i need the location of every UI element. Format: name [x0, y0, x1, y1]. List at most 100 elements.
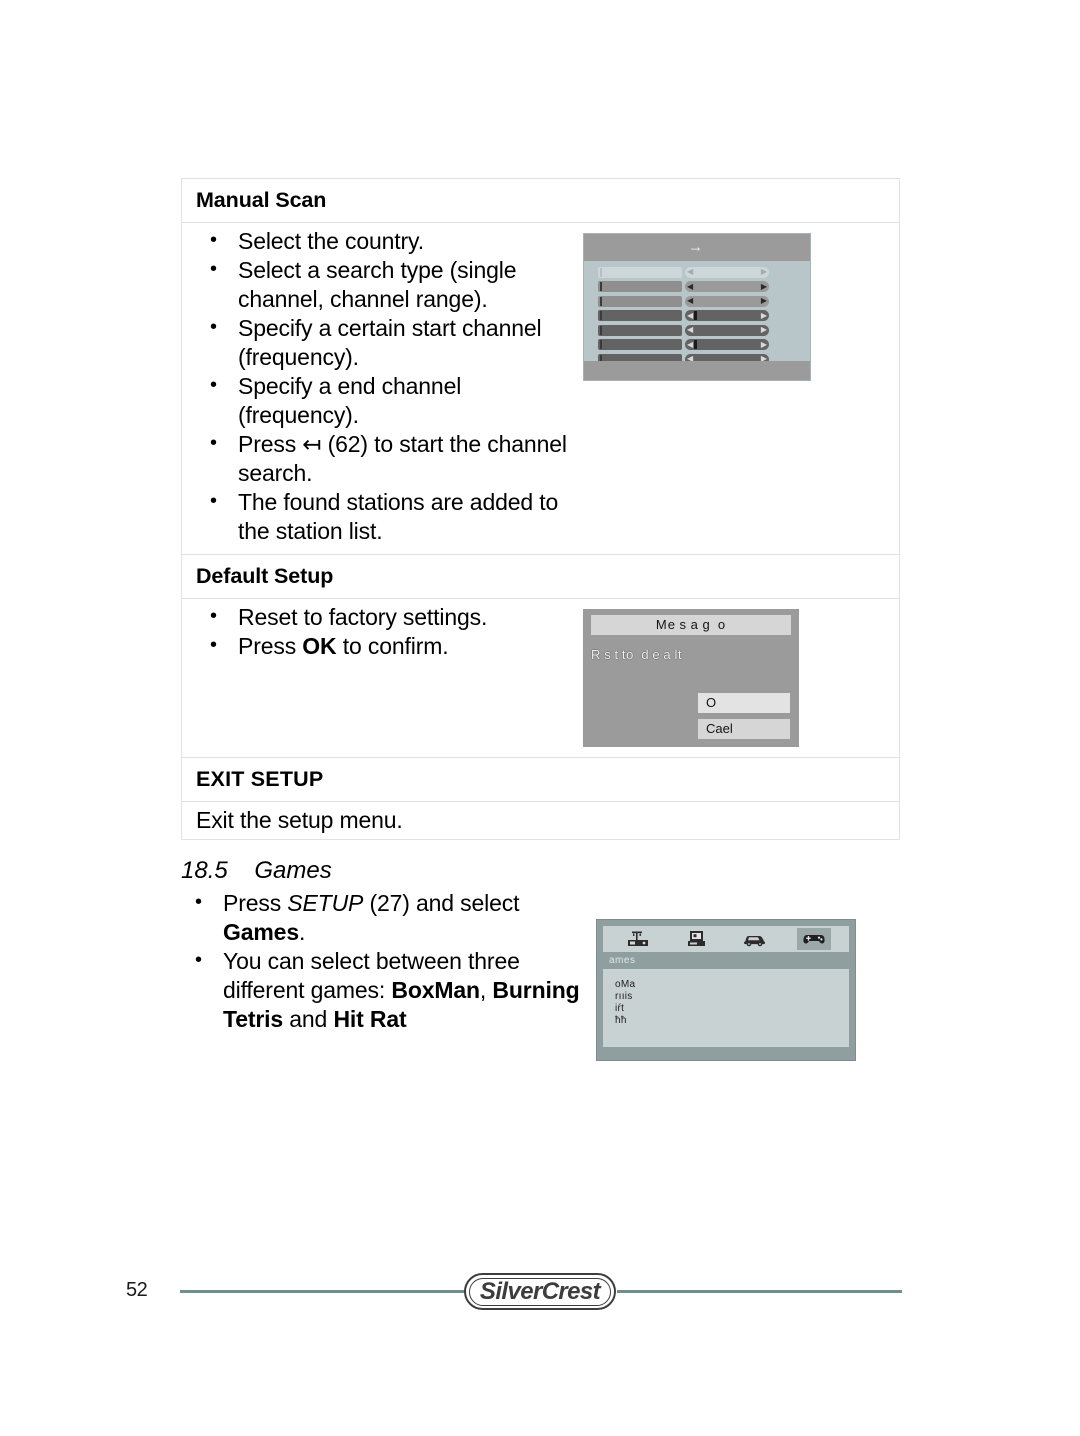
table-row-manual-scan-body: Select the country. Select a search type…: [182, 223, 899, 555]
osd-games-tab-title: ames: [609, 955, 636, 966]
games-section-body: Press SETUP (27) and select Games. You c…: [181, 888, 900, 1061]
left-arrow-icon: ◀: [687, 296, 694, 306]
osd-row-label: [598, 266, 682, 278]
manual-scan-bullet-list: Select the country. Select a search type…: [196, 226, 573, 546]
games-bullet-list: Press SETUP (27) and select Games. You c…: [181, 888, 586, 1034]
page-footer: 52 SilverCrest: [0, 1268, 1080, 1318]
right-arrow-icon: ▶: [760, 296, 767, 306]
section-title-manual-scan: Manual Scan: [196, 188, 327, 212]
osd-cancel-button[interactable]: Cael: [698, 718, 790, 739]
exit-setup-description: Exit the setup menu.: [196, 806, 403, 833]
osd-row-value: ◀ ▶: [685, 339, 769, 351]
osd-games-tabbar: [603, 926, 849, 952]
tab-monitor[interactable]: [680, 928, 714, 950]
osd-row-label: [598, 310, 682, 322]
osd-setting-row: ◀ ▶: [598, 324, 802, 336]
osd-games-list: oMa rııis iŕt ħħ: [603, 969, 849, 1047]
page-number: 52: [126, 1279, 148, 1301]
osd-setting-row: ◀ ▶: [598, 339, 802, 351]
osd-message-box-screenshot: Me s a g o R s t to d e a lt O Cael: [583, 608, 799, 747]
list-item: Reset to factory settings.: [196, 602, 573, 632]
list-item[interactable]: iŕt: [615, 1003, 849, 1015]
settings-table: Manual Scan Select the country. Select a…: [181, 178, 900, 840]
section-title-default-setup: Default Setup: [196, 563, 334, 588]
games-section-text: Press SETUP (27) and select Games. You c…: [181, 888, 586, 1034]
satellite-receiver-icon: [626, 930, 650, 948]
list-item: Select a search type (single channel, ch…: [196, 255, 573, 314]
osd-row-cursor: [694, 340, 697, 350]
games-section: 18.5 Games Press SETUP (27) and select G…: [181, 855, 900, 1061]
table-row-manual-scan-header: Manual Scan: [182, 179, 899, 223]
osd-row-cursor: [694, 311, 697, 321]
games-section-title: Games: [254, 857, 332, 884]
car-icon: [742, 931, 768, 947]
default-setup-screenshot-cell: Me s a g o R s t to d e a lt O Cael: [579, 599, 899, 757]
left-arrow-icon: ◀: [687, 310, 694, 320]
manual-scan-bullets-cell: Select the country. Select a search type…: [182, 223, 579, 554]
right-arrow-icon: ▶: [760, 281, 767, 291]
list-item: Specify a end channel (frequency).: [196, 371, 573, 430]
list-item: The found stations are added to the stat…: [196, 487, 573, 546]
list-item: You can select between three different g…: [181, 946, 586, 1034]
osd-message-body: R s t to d e a lt: [591, 646, 683, 662]
games-section-number: 18.5: [181, 857, 228, 884]
section-title-exit-setup: EXIT SETUP: [196, 766, 324, 791]
right-arrow-icon: →: [688, 238, 703, 256]
osd-row-value: ◀ ▶: [685, 266, 769, 278]
manual-page: Manual Scan Select the country. Select a…: [0, 0, 1080, 1436]
brand-logo-text: SilverCrest: [479, 1277, 601, 1305]
monitor-icon: [687, 930, 707, 948]
osd-row-value: ◀ ▶: [685, 324, 769, 336]
osd-setting-row: ◀ ▶: [598, 310, 802, 322]
tab-car[interactable]: [738, 928, 772, 950]
osd-row-label: [598, 295, 682, 307]
footer-rule-left: [180, 1290, 468, 1293]
tab-games[interactable]: [796, 928, 831, 950]
osd-setting-row: ◀ ▶: [598, 281, 802, 293]
osd-message-title: Me s a g o: [591, 614, 791, 635]
left-arrow-icon: ◀: [687, 267, 694, 277]
list-item: Press OK to confirm.: [196, 631, 573, 661]
right-arrow-icon: ▶: [760, 325, 767, 335]
list-item[interactable]: oMa: [615, 979, 849, 991]
osd-setting-row: ◀ ▶: [598, 295, 802, 307]
left-arrow-icon: ◀: [687, 281, 694, 291]
footer-rule-right: [617, 1290, 902, 1293]
right-arrow-icon: ▶: [760, 310, 767, 320]
osd-manual-scan-screenshot: → ◀ ▶ ◀ ▶ ◀ ▶ ◀ ▶ ◀ ▶ ◀ ▶ ◀ ▶: [583, 232, 811, 381]
osd-footerbar: [584, 360, 810, 380]
osd-row-label: [598, 281, 682, 293]
osd-titlebar: →: [584, 233, 810, 261]
manual-scan-screenshot-cell: → ◀ ▶ ◀ ▶ ◀ ▶ ◀ ▶ ◀ ▶ ◀ ▶ ◀ ▶: [579, 223, 899, 554]
table-row-exit-setup-header: EXIT SETUP: [182, 758, 899, 802]
brand-logo-inner: SilverCrest: [469, 1277, 611, 1306]
games-screenshot-cell: ames oMa rııis iŕt ħħ: [586, 889, 856, 1061]
left-arrow-icon: ◀: [687, 325, 694, 335]
right-arrow-icon: ▶: [760, 339, 767, 349]
osd-setting-row: ◀ ▶: [598, 266, 802, 278]
list-item: Select the country.: [196, 226, 573, 256]
list-item: Specify a certain start channel (frequen…: [196, 313, 573, 372]
list-item[interactable]: ħħ: [615, 1015, 849, 1027]
osd-row-label: [598, 324, 682, 336]
table-row-default-setup-header: Default Setup: [182, 555, 899, 599]
games-section-heading: 18.5 Games: [181, 855, 900, 887]
osd-row-value: ◀ ▶: [685, 281, 769, 293]
gamepad-icon: [802, 931, 826, 947]
left-arrow-icon: ◀: [687, 339, 694, 349]
default-setup-bullet-list: Reset to factory settings. Press OK to c…: [196, 602, 573, 661]
table-row-exit-setup-body: Exit the setup menu.: [182, 802, 899, 839]
right-arrow-icon: ▶: [760, 267, 767, 277]
tab-satellite-receiver[interactable]: [621, 928, 655, 950]
osd-row-value: ◀ ▶: [685, 310, 769, 322]
osd-games-screenshot: ames oMa rııis iŕt ħħ: [596, 919, 856, 1061]
list-item: Press SETUP (27) and select Games.: [181, 888, 586, 947]
brand-logo: SilverCrest: [464, 1273, 616, 1310]
osd-row-value: ◀ ▶: [685, 295, 769, 307]
default-setup-bullets-cell: Reset to factory settings. Press OK to c…: [182, 599, 579, 757]
list-item[interactable]: rııis: [615, 991, 849, 1003]
osd-row-label: [598, 339, 682, 351]
osd-ok-button[interactable]: O: [698, 692, 790, 713]
osd-message-buttons: O Cael: [698, 687, 790, 739]
list-item: Press ↤ (62) to start the channel search…: [196, 429, 573, 488]
